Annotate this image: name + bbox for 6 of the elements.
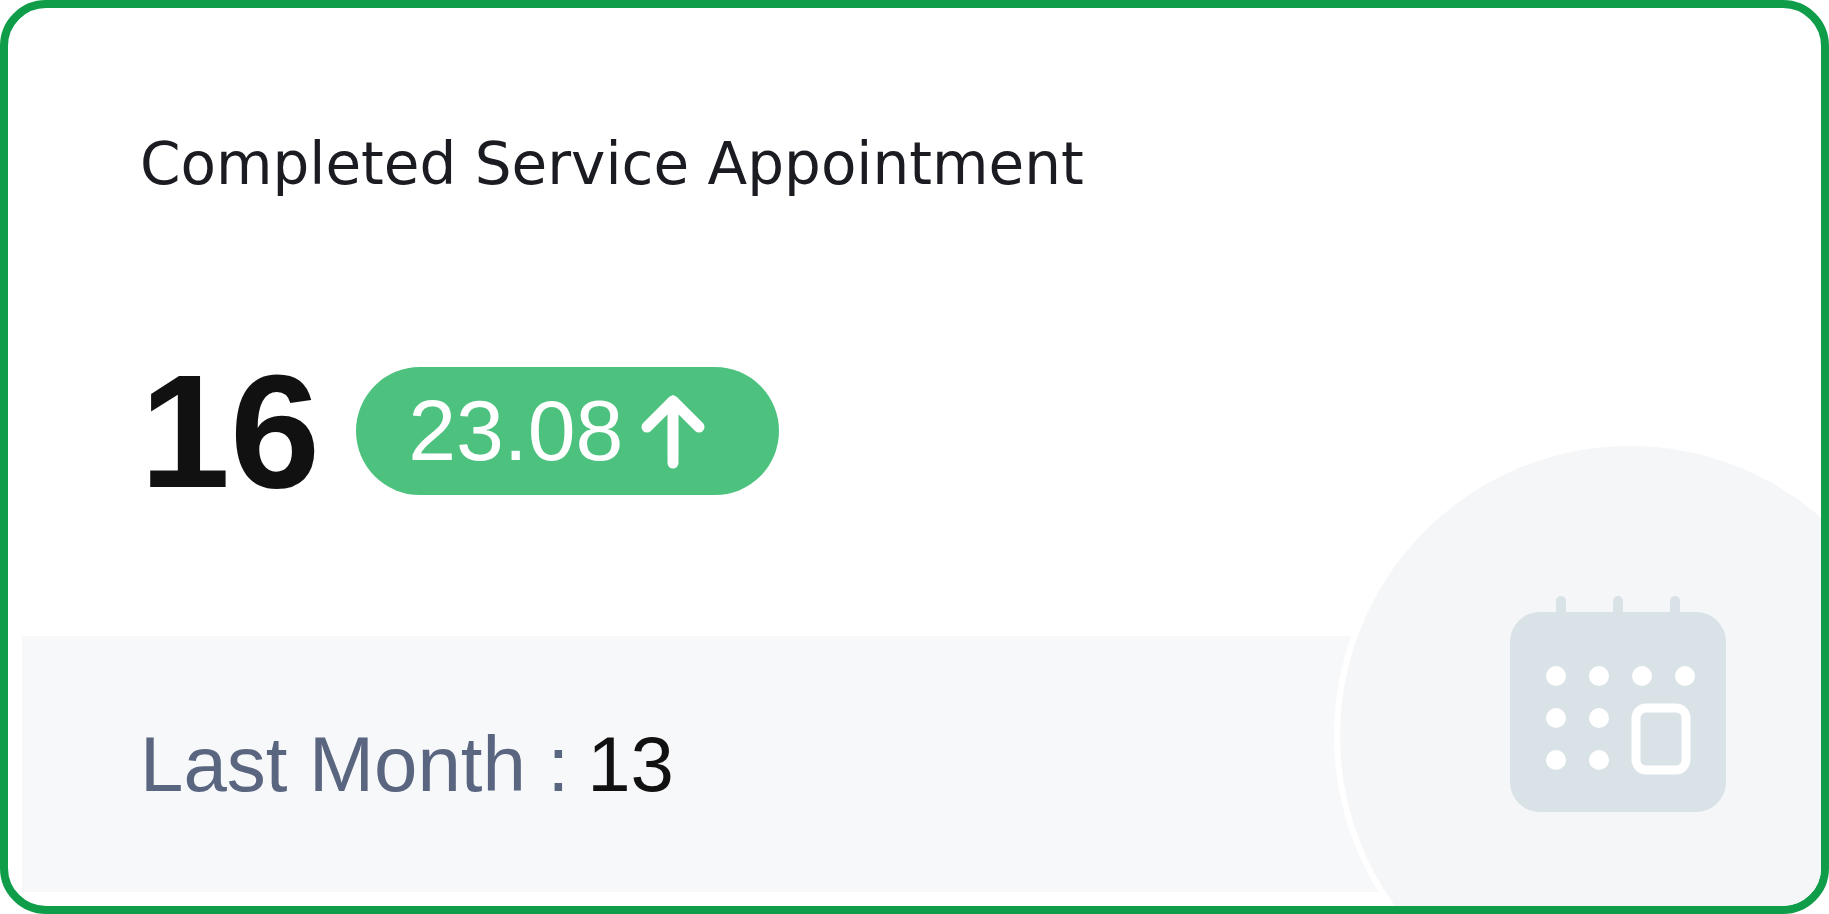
calendar-icon: [1510, 596, 1726, 812]
change-badge: 23.08: [356, 366, 780, 495]
comparison-label: Last Month :: [140, 718, 570, 810]
stat-value: 16: [140, 349, 321, 512]
card-title: Completed Service Appointment: [140, 130, 1085, 200]
comparison-value: 13: [587, 718, 674, 810]
